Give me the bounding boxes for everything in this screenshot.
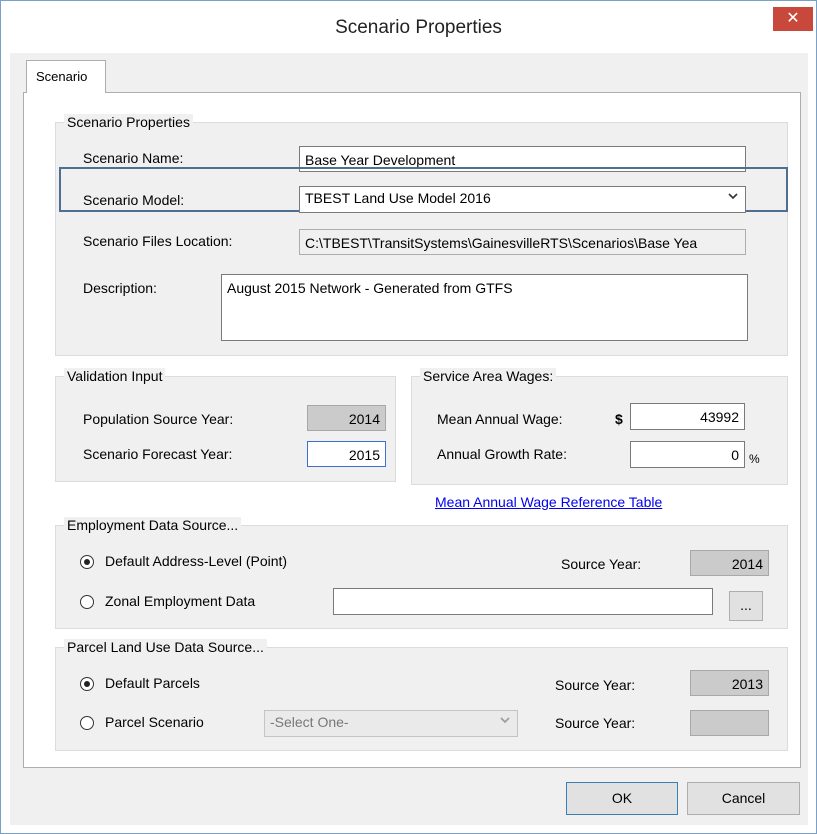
close-button[interactable]: ✕: [773, 7, 813, 31]
title-bar[interactable]: Scenario Properties ✕: [1, 1, 816, 53]
mean-annual-wage-reference-link[interactable]: Mean Annual Wage Reference Table: [435, 494, 662, 510]
parcel-scenario-source-year-label: Source Year:: [555, 715, 636, 731]
scenario-files-location-label: Scenario Files Location:: [83, 233, 233, 249]
chevron-down-icon: [727, 190, 739, 205]
population-source-year-label: Population Source Year:: [83, 411, 234, 427]
tab-scenario[interactable]: Scenario: [26, 60, 106, 93]
service-area-wages-group-title: Service Area Wages:: [420, 368, 557, 384]
employment-zonal-label[interactable]: Zonal Employment Data: [105, 593, 255, 609]
tab-scenario-label: Scenario: [36, 69, 88, 84]
currency-symbol: $: [615, 411, 623, 427]
scenario-model-select[interactable]: TBEST Land Use Model 2016: [299, 186, 746, 213]
employment-data-source-group-title: Employment Data Source...: [64, 517, 242, 533]
parcel-scenario-select[interactable]: -Select One-: [264, 710, 518, 737]
parcel-scenario-select-value: -Select One-: [270, 714, 349, 730]
scenario-forecast-year-input[interactable]: 2015: [307, 441, 386, 467]
close-icon: ✕: [786, 10, 800, 27]
percent-symbol: %: [749, 452, 760, 466]
parcel-scenario-radio[interactable]: [80, 716, 94, 730]
cancel-button[interactable]: Cancel: [687, 782, 800, 815]
annual-growth-rate-label: Annual Growth Rate:: [437, 446, 567, 462]
description-textarea[interactable]: August 2015 Network - Generated from GTF…: [221, 274, 748, 341]
ok-button[interactable]: OK: [566, 782, 678, 815]
employment-zonal-radio[interactable]: [80, 595, 94, 609]
zonal-employment-path-input[interactable]: [333, 588, 713, 615]
scenario-properties-group-title: Scenario Properties: [64, 114, 193, 130]
description-label: Description:: [83, 280, 157, 296]
mean-annual-wage-input[interactable]: 43992: [630, 403, 745, 430]
browse-button[interactable]: ...: [729, 591, 763, 621]
employment-source-year-label: Source Year:: [561, 556, 642, 572]
annual-growth-rate-input[interactable]: 0: [630, 441, 745, 468]
service-area-wages-group: Service Area Wages:: [411, 368, 788, 485]
employment-source-year-field: 2014: [690, 550, 769, 576]
parcel-source-year-field: 2013: [690, 670, 769, 696]
parcel-scenario-source-year-field: [690, 710, 769, 736]
validation-input-group-title: Validation Input: [64, 368, 166, 384]
parcel-source-year-label: Source Year:: [555, 677, 636, 693]
parcel-default-label[interactable]: Default Parcels: [105, 675, 200, 691]
employment-default-radio[interactable]: [80, 555, 94, 569]
scenario-model-value: TBEST Land Use Model 2016: [305, 190, 491, 206]
parcel-scenario-label[interactable]: Parcel Scenario: [105, 714, 204, 730]
chevron-down-icon: [499, 714, 511, 729]
parcel-land-use-group-title: Parcel Land Use Data Source...: [64, 639, 267, 655]
mean-annual-wage-label: Mean Annual Wage:: [437, 411, 563, 427]
scenario-forecast-year-label: Scenario Forecast Year:: [83, 446, 233, 462]
parcel-default-radio[interactable]: [80, 677, 94, 691]
scenario-name-label: Scenario Name:: [83, 150, 184, 166]
scenario-files-location-field[interactable]: C:\TBEST\TransitSystems\GainesvilleRTS\S…: [299, 229, 746, 255]
dialog-title: Scenario Properties: [335, 17, 502, 38]
employment-default-label[interactable]: Default Address-Level (Point): [105, 553, 287, 569]
scenario-model-label: Scenario Model:: [83, 192, 185, 208]
population-source-year-field: 2014: [307, 405, 386, 431]
